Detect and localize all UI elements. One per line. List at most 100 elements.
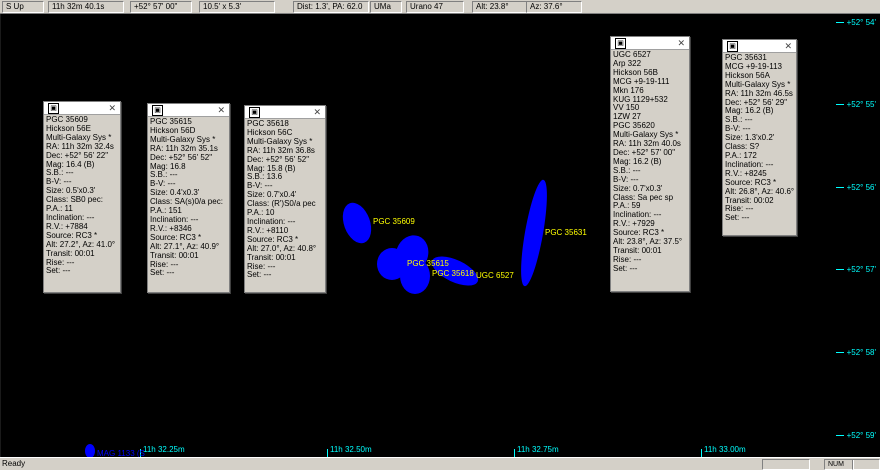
popup-line: Set: --- (247, 271, 272, 280)
popup-line: Dec: +52° 56' 29" (725, 98, 788, 107)
popup-line: Class: (R')S0/a pec (247, 200, 316, 209)
galaxy-label-ugc6527[interactable]: UGC 6527 (476, 271, 514, 280)
popup-line: RA: 11h 32m 40.0s (613, 140, 681, 149)
galaxy-mag-partial[interactable] (85, 444, 95, 458)
popup-line: Mag: 16.2 (B) (725, 107, 774, 116)
ra-label: 11h 32.75m (517, 445, 559, 454)
popup-line: Size: 1.3'x0.2' (725, 134, 775, 143)
popup-body: PGC 35615 Hickson 56D Multi-Galaxy Sys * RA… (148, 117, 229, 279)
popup-titlebar[interactable]: ▣ ✕ (723, 40, 796, 53)
popup-line: Alt: 27.1°, Az: 40.9° (150, 242, 220, 251)
popup-line: Rise: --- (46, 258, 75, 267)
popup-line: R.V.: +7884 (46, 222, 88, 231)
popup-line: Rise: --- (613, 255, 642, 264)
popup-line: Inclination: --- (46, 213, 95, 222)
popup-line: Mag: 16.4 (B) (46, 160, 95, 169)
popup-line: Size: 0.4'x0.3' (150, 189, 200, 198)
popup-line: Hickson 56A (725, 71, 770, 80)
close-icon[interactable]: ✕ (677, 37, 685, 49)
popup-titlebar[interactable]: ▣ ✕ (44, 102, 120, 115)
popup-line: Class: S? (725, 143, 760, 152)
close-icon[interactable]: ✕ (784, 40, 792, 52)
status-pane (762, 459, 810, 470)
chart-left-edge (0, 14, 1, 457)
popup-line: Dec: +52° 56' 52" (247, 155, 310, 164)
info-popup-pgc35631[interactable]: ▣ ✕ PGC 35631 MCG +9-19-113 Hickson 56A Mul… (722, 39, 797, 236)
toolbar-orientation[interactable]: S Up (2, 1, 44, 13)
popup-line: R.V.: +7929 (613, 220, 655, 229)
popup-line: P.A.: 172 (725, 151, 757, 160)
close-icon[interactable]: ✕ (217, 104, 225, 116)
toolbar-dec: +52° 57' 00" (130, 1, 192, 13)
galaxy-label-pgc35631[interactable]: PGC 35631 (545, 228, 587, 237)
popup-line: B-V: --- (613, 175, 639, 184)
popup-line: PGC 35620 (613, 122, 655, 131)
toolbar-distance: Dist: 1.3', PA: 62.0 (293, 1, 369, 13)
popup-line: RA: 11h 32m 36.8s (247, 146, 315, 155)
popup-titlebar[interactable]: ▣ ✕ (245, 106, 325, 119)
popup-line: S.B.: --- (46, 169, 74, 178)
popup-line: Dec: +52° 57' 00" (613, 148, 676, 157)
dec-tick (836, 269, 844, 270)
galaxy-label-pgc35615[interactable]: PGC 35615 (407, 259, 449, 268)
popup-line: Alt: 27.0°, Az: 40.8° (247, 244, 317, 253)
app-icon: ▣ (615, 38, 626, 49)
popup-line: Alt: 27.2°, Az: 41.0° (46, 240, 116, 249)
popup-line: Size: 0.5'x0.3' (46, 187, 96, 196)
popup-line: Transit: 00:01 (247, 253, 296, 262)
popup-line: Mag: 16.2 (B) (613, 157, 662, 166)
popup-line: P.A.: 151 (150, 207, 182, 216)
app-icon: ▣ (249, 107, 260, 118)
popup-line: R.V.: +8346 (150, 224, 192, 233)
dec-label: +52° 59' (846, 431, 876, 440)
app-icon: ▣ (152, 105, 163, 116)
galaxy-pgc35609[interactable] (337, 198, 377, 248)
popup-line: Hickson 56D (150, 126, 196, 135)
popup-line: PGC 35615 (150, 118, 192, 126)
popup-line: P.A.: 59 (613, 202, 641, 211)
popup-body: PGC 35609 Hickson 56E Multi-Galaxy Sys * RA… (44, 115, 120, 277)
popup-line: Inclination: --- (150, 215, 199, 224)
num-lock-indicator: NUM (824, 459, 854, 470)
popup-line: Hickson 56E (46, 124, 91, 133)
popup-line: Size: 0.7'x0.3' (613, 184, 663, 193)
popup-line: RA: 11h 32m 32.4s (46, 142, 114, 151)
toolbar-constellation: UMa (370, 1, 402, 13)
galaxy-label-pgc35618[interactable]: PGC 35618 (432, 269, 474, 278)
popup-line: Alt: 26.8°, Az: 40.6° (725, 187, 794, 196)
popup-body: UGC 6527 Arp 322 Hickson 56B MCG +9-19-111 M… (611, 50, 689, 275)
dec-label: +52° 55' (846, 100, 876, 109)
popup-line: Inclination: --- (725, 160, 774, 169)
popup-titlebar[interactable]: ▣ ✕ (611, 37, 689, 50)
info-popup-pgc35615[interactable]: ▣ ✕ PGC 35615 Hickson 56D Multi-Galaxy Sys… (147, 103, 230, 293)
popup-line: MCG +9-19-113 (725, 62, 782, 71)
close-icon[interactable]: ✕ (313, 106, 321, 118)
info-popup-pgc35618[interactable]: ▣ ✕ PGC 35618 Hickson 56C Multi-Galaxy Sys… (244, 105, 326, 293)
toolbar-azimuth: Az: 37.6° (526, 1, 582, 13)
popup-line: B-V: --- (247, 182, 273, 191)
popup-titlebar[interactable]: ▣ ✕ (148, 104, 229, 117)
popup-line: PGC 35618 (247, 120, 289, 128)
dec-label: +52° 54' (846, 18, 876, 27)
info-popup-pgc35609[interactable]: ▣ ✕ PGC 35609 Hickson 56E Multi-Galaxy Sys… (43, 101, 121, 293)
toolbar-ra: 11h 32m 40.1s (48, 1, 124, 13)
sky-chart[interactable]: +52° 54' +52° 55' +52° 56' +52° 57' +52°… (0, 14, 880, 458)
popup-line: Set: --- (150, 269, 175, 278)
popup-line: Mag: 15.8 (B) (247, 164, 296, 173)
app-icon: ▣ (48, 103, 59, 114)
popup-line: Class: SB0 pec: (46, 196, 103, 205)
popup-line: Class: SA(s)0/a pec: (150, 198, 223, 207)
status-pane (852, 459, 880, 470)
popup-line: 1ZW 27 (613, 113, 642, 122)
info-popup-ugc6527[interactable]: ▣ ✕ UGC 6527 Arp 322 Hickson 56B MCG +9-19-… (610, 36, 690, 292)
galaxy-label-pgc35609[interactable]: PGC 35609 (373, 217, 415, 226)
popup-line: P.A.: 11 (46, 205, 73, 214)
popup-body: PGC 35631 MCG +9-19-113 Hickson 56A Multi-G… (723, 53, 796, 224)
popup-line: Rise: --- (150, 260, 179, 269)
popup-line: S.B.: --- (725, 116, 753, 125)
popup-line: S.B.: 13.6 (247, 173, 283, 182)
dec-label: +52° 57' (846, 265, 876, 274)
dec-tick (836, 352, 844, 353)
close-icon[interactable]: ✕ (108, 102, 116, 114)
popup-line: Hickson 56C (247, 128, 293, 137)
